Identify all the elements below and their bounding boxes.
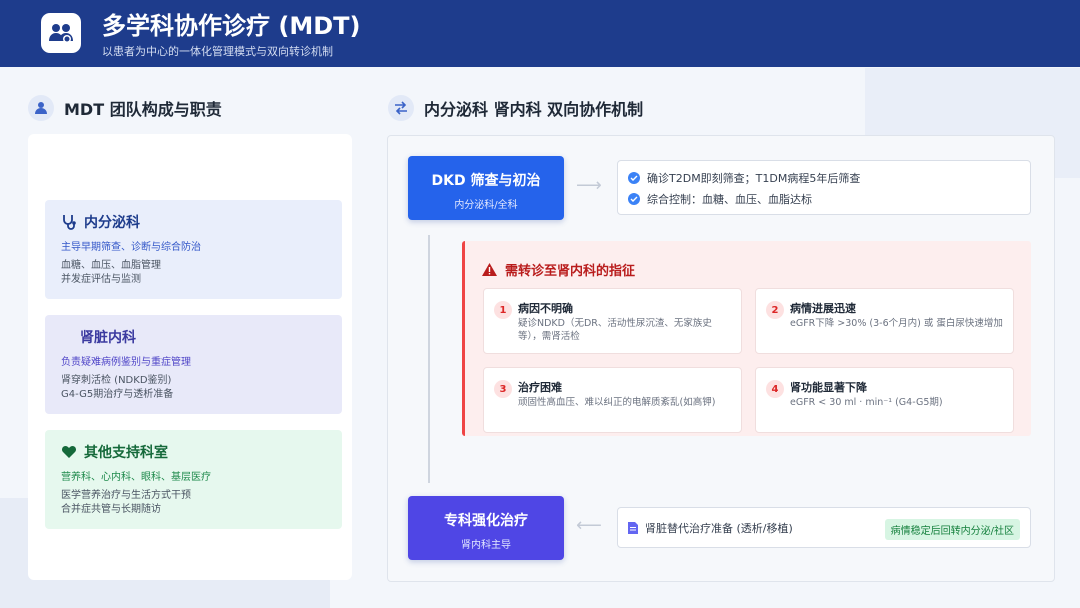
department-card-support: 其他支持科室 营养科、心内科、眼科、基层医疗 医学营养治疗与生活方式干预 合并症… [45,430,342,529]
step-subtitle: 肾内科主导 [461,540,511,551]
criterion-desc: eGFR < 30 ml · min⁻¹ (G4-G5期) [790,397,943,408]
criterion-title: 肾功能显著下降 [790,381,867,394]
specialist-note: 肾脏替代治疗准备 (透析/移植) [645,521,793,535]
referral-title: 需转诊至肾内科的指征 [482,260,635,279]
right-section-header: 内分泌科 肾内科 双向协作机制 [388,95,643,121]
referral-criterion-card: 4 肾功能显著下降 eGFR < 30 ml · min⁻¹ (G4-G5期) [755,367,1014,433]
exchange-arrows-icon [388,95,414,121]
step-title: DKD 筛查与初治 [431,173,541,189]
department-card-nephrology: 肾脏内科 负责疑难病例鉴别与重症管理 肾穿刺活检 (NDKD鉴别) G4-G5期… [45,315,342,414]
return-referral-badge: 病情稳定后回转内分泌/社区 [884,519,1020,540]
criterion-number: 3 [494,380,512,398]
criterion-title: 病因不明确 [518,302,573,315]
flow-connector-line [428,235,430,483]
step-subtitle: 内分泌科/全科 [454,200,518,211]
page-title: 多学科协作诊疗 (MDT) [102,12,361,40]
stethoscope-icon [63,215,76,230]
screening-checklist: 确诊T2DM即刻筛查；T1DM病程5年后筛查 综合控制：血糖、血压、血脂达标 [617,160,1031,215]
checklist-item: 综合控制：血糖、血压、血脂达标 [628,191,1020,207]
department-detail: 肾穿刺活检 (NDKD鉴别) [61,375,172,386]
department-name: 肾脏内科 [80,330,136,346]
referral-criterion-card: 1 病因不明确 疑诊NDKD（无DR、活动性尿沉渣、无家族史等），需肾活检 [483,288,742,354]
step-title: 专科强化治疗 [444,513,528,529]
department-detail: 血糖、血压、血脂管理 [61,260,161,271]
arrow-left-icon: ⟵ [576,515,602,536]
department-role: 负责疑难病例鉴别与重症管理 [61,357,191,368]
department-role: 营养科、心内科、眼科、基层医疗 [61,472,211,483]
department-name: 内分泌科 [84,215,140,231]
department-detail: 医学营养治疗与生活方式干预 [61,490,191,501]
department-card-endocrinology: 内分泌科 主导早期筛查、诊断与综合防治 血糖、血压、血脂管理 并发症评估与监测 [45,200,342,299]
department-role: 主导早期筛查、诊断与综合防治 [61,242,201,253]
department-detail: G4-G5期治疗与透析准备 [61,389,174,400]
team-logo-icon [41,13,81,53]
criterion-number: 2 [766,301,784,319]
heart-icon [61,445,77,458]
criterion-number: 1 [494,301,512,319]
department-detail: 合并症共管与长期随访 [61,504,161,515]
referral-criterion-card: 2 病情进展迅速 eGFR下降 >30% (3-6个月内) 或 蛋白尿快速增加 [755,288,1014,354]
header-bar: 多学科协作诊疗 (MDT) 以患者为中心的一体化管理模式与双向转诊机制 [0,0,1080,67]
department-name: 其他支持科室 [84,445,168,461]
step-specialist-box: 专科强化治疗 肾内科主导 [408,496,564,560]
criterion-title: 病情进展迅速 [790,302,856,315]
check-circle-icon [628,172,640,184]
criterion-desc: 疑诊NDKD（无DR、活动性尿沉渣、无家族史等），需肾活检 [518,318,712,342]
step-screening-box: DKD 筛查与初治 内分泌科/全科 [408,156,564,220]
department-detail: 并发症评估与监测 [61,274,141,285]
left-section-title: MDT 团队构成与职责 [64,100,222,119]
user-doctor-icon [28,95,54,121]
referral-criterion-card: 3 治疗困难 顽固性高血压、难以纠正的电解质紊乱(如高钾) [483,367,742,433]
warning-triangle-icon [482,263,497,276]
criterion-desc: eGFR下降 >30% (3-6个月内) 或 蛋白尿快速增加 [790,318,1003,329]
criterion-title: 治疗困难 [518,381,562,394]
check-circle-icon [628,193,640,205]
right-section-title: 内分泌科 肾内科 双向协作机制 [424,100,644,119]
arrow-right-icon: ⟶ [576,175,602,196]
left-section-header: MDT 团队构成与职责 [28,95,222,121]
criterion-desc: 顽固性高血压、难以纠正的电解质紊乱(如高钾) [518,397,716,408]
kidney-icon [62,330,72,344]
page-subtitle: 以患者为中心的一体化管理模式与双向转诊机制 [102,45,333,58]
specialist-note-box: 肾脏替代治疗准备 (透析/移植) 病情稳定后回转内分泌/社区 [617,507,1031,548]
document-icon [628,521,638,534]
criterion-number: 4 [766,380,784,398]
checklist-item: 确诊T2DM即刻筛查；T1DM病程5年后筛查 [628,170,1020,186]
